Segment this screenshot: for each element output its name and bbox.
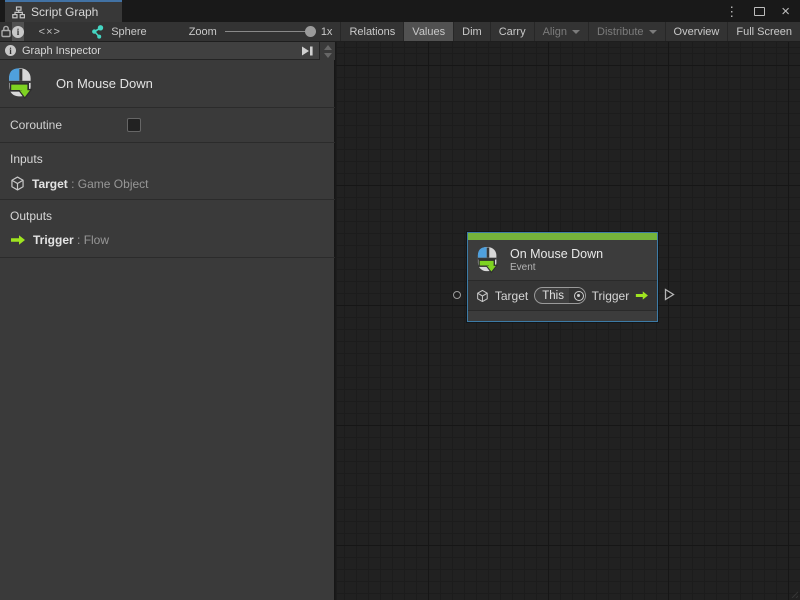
tab-strip: Script Graph ⋮ ×	[0, 0, 800, 22]
graph-toolbar: i <×> Sphere Zoom 1x	[0, 22, 800, 42]
window-controls: ⋮ ×	[725, 0, 800, 22]
close-icon[interactable]: ×	[781, 4, 790, 19]
node-target-label: Target	[495, 289, 528, 303]
edit-source-button[interactable]: <×>	[31, 22, 69, 41]
zoom-value: 1x	[321, 26, 333, 38]
maximize-icon[interactable]	[754, 7, 765, 16]
lock-button[interactable]	[0, 22, 12, 41]
toolbar-button-values[interactable]: Values	[403, 22, 453, 41]
chevron-down-icon	[572, 30, 580, 34]
toolbar-button-relations[interactable]: Relations	[340, 22, 403, 41]
resize-grip-icon[interactable]	[788, 588, 798, 598]
arrow-down-icon[interactable]	[324, 53, 332, 58]
inspector-toggle-button[interactable]: i	[12, 22, 24, 41]
script-graph-window: Script Graph ⋮ × i <×>	[0, 0, 800, 600]
inputs-title: Inputs	[10, 152, 335, 166]
zoom-slider[interactable]	[225, 31, 313, 32]
window-menu-icon[interactable]: ⋮	[725, 5, 738, 18]
output-name: Trigger	[33, 233, 74, 247]
graph-owner-label: Sphere	[111, 26, 146, 38]
graph-inspector-header: i Graph Inspector	[0, 42, 319, 60]
dock-right-icon	[300, 45, 314, 57]
inputs-section: Inputs Target : Game Object	[0, 142, 335, 199]
node-title: On Mouse Down	[510, 247, 603, 261]
toolbar-button-distribute[interactable]: Distribute	[588, 22, 664, 41]
on-mouse-down-icon	[8, 67, 36, 100]
info-icon: i	[5, 45, 16, 56]
node-port-row: Target This Trigger	[468, 280, 657, 310]
on-mouse-down-node[interactable]: On Mouse Down Event Target This	[467, 232, 658, 322]
unit-title: On Mouse Down	[56, 76, 153, 91]
toolbar-button-dim[interactable]: Dim	[453, 22, 490, 41]
graph-hierarchy-icon	[12, 6, 25, 19]
target-value-chip[interactable]: This	[534, 287, 585, 304]
node-trigger-label: Trigger	[592, 289, 630, 303]
code-icon: <×>	[39, 26, 61, 38]
toolbar-toggle-group: Relations Values Dim Carry Align Distrib…	[340, 22, 800, 41]
output-type: : Flow	[74, 233, 109, 247]
game-object-cube-icon	[10, 176, 25, 191]
flow-arrow-icon	[635, 290, 649, 301]
chevron-down-icon	[649, 30, 657, 34]
flow-arrow-icon	[10, 234, 26, 246]
graph-inspector-panel: i Graph Inspector	[0, 42, 335, 600]
input-type: : Game Object	[68, 177, 149, 191]
node-output-flow-port[interactable]	[664, 288, 675, 306]
graph-canvas[interactable]: On Mouse Down Event Target This	[336, 42, 800, 600]
outputs-section: Outputs Trigger : Flow	[0, 199, 335, 257]
node-subtitle: Event	[510, 262, 603, 273]
graph-inspector-title: Graph Inspector	[22, 45, 101, 57]
object-picker-icon	[574, 291, 584, 301]
graph-owner-button[interactable]: Sphere	[82, 22, 154, 41]
object-picker-section[interactable]	[569, 288, 586, 303]
unit-summary: On Mouse Down	[0, 60, 335, 107]
node-accent-bar	[468, 233, 657, 240]
zoom-label: Zoom	[189, 26, 217, 38]
toolbar-button-overview[interactable]: Overview	[665, 22, 728, 41]
toolbar-button-fullscreen[interactable]: Full Screen	[727, 22, 800, 41]
dock-panel-button[interactable]	[300, 45, 314, 57]
panel-reorder-spinner	[319, 42, 335, 60]
game-object-cube-icon	[476, 289, 489, 303]
zoom-slider-handle[interactable]	[305, 26, 316, 37]
output-row-trigger: Trigger : Flow	[10, 233, 335, 247]
arrow-up-icon[interactable]	[324, 45, 332, 50]
node-header[interactable]: On Mouse Down Event	[468, 240, 657, 280]
node-input-flow-port[interactable]	[453, 291, 461, 299]
script-graph-asset-icon	[90, 25, 104, 39]
toolbar-button-align[interactable]: Align	[534, 22, 588, 41]
tab-label: Script Graph	[31, 5, 98, 19]
coroutine-label: Coroutine	[10, 118, 127, 132]
lock-icon	[0, 25, 12, 38]
outputs-title: Outputs	[10, 209, 335, 223]
tab-script-graph[interactable]: Script Graph	[5, 0, 122, 22]
coroutine-row: Coroutine	[0, 107, 335, 142]
node-footer	[468, 310, 657, 321]
input-name: Target	[32, 177, 68, 191]
input-row-target: Target : Game Object	[10, 176, 335, 191]
coroutine-checkbox[interactable]	[127, 118, 141, 132]
target-value-label: This	[535, 290, 569, 302]
info-icon: i	[12, 26, 24, 38]
zoom-control: Zoom 1x	[181, 22, 341, 41]
toolbar-button-carry[interactable]: Carry	[490, 22, 534, 41]
section-divider	[0, 257, 335, 258]
on-mouse-down-icon	[477, 246, 501, 274]
